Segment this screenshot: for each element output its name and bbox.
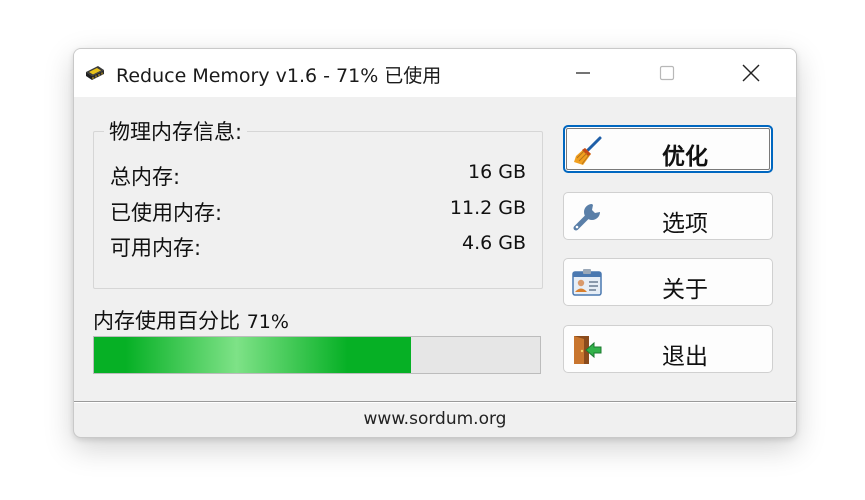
memory-info-group-title: 物理内存信息: — [104, 116, 248, 146]
used-memory-label: 已使用内存: — [110, 201, 223, 225]
close-button[interactable] — [728, 49, 774, 97]
exit-button[interactable]: 退出 — [563, 325, 773, 373]
about-button[interactable]: 关于 — [563, 258, 773, 306]
title-bar[interactable]: Reduce Memory v1.6 - 71% 已使用 — [74, 49, 796, 97]
broom-icon — [574, 136, 602, 165]
used-memory-value: 11.2 GB — [449, 197, 526, 219]
about-button-label: 关于 — [662, 277, 708, 303]
minimize-icon — [576, 72, 590, 74]
progress-fill — [94, 337, 411, 373]
usage-percent-value: 71% — [246, 311, 289, 333]
available-memory-label: 可用内存: — [110, 236, 202, 260]
website-link[interactable]: www.sordum.org — [74, 409, 796, 429]
options-button-label: 选项 — [662, 211, 708, 237]
optimize-button[interactable]: 优化 — [563, 125, 773, 173]
optimize-button-label: 优化 — [662, 144, 708, 170]
memory-usage-progress-bar — [93, 336, 541, 374]
app-window: Reduce Memory v1.6 - 71% 已使用 物理内存信息: 总内存… — [73, 48, 797, 438]
maximize-button[interactable] — [644, 49, 690, 97]
window-title: Reduce Memory v1.6 - 71% 已使用 — [116, 65, 442, 87]
exit-button-label: 退出 — [662, 344, 708, 370]
status-bar: www.sordum.org — [74, 401, 796, 437]
maximize-icon — [659, 65, 675, 81]
available-memory-value: 4.6 GB — [461, 232, 526, 254]
usage-percent-text: 内存使用百分比 — [93, 309, 240, 333]
total-memory-label: 总内存: — [110, 165, 181, 189]
minimize-button[interactable] — [560, 49, 606, 97]
wrench-icon — [573, 204, 600, 231]
exit-door-icon — [574, 336, 602, 364]
options-button[interactable]: 选项 — [563, 192, 773, 240]
memory-chip-icon — [86, 66, 104, 80]
usage-percent-label: 内存使用百分比 71% — [93, 305, 289, 335]
id-card-icon — [572, 269, 602, 296]
close-icon — [742, 64, 760, 82]
total-memory-value: 16 GB — [468, 161, 526, 183]
